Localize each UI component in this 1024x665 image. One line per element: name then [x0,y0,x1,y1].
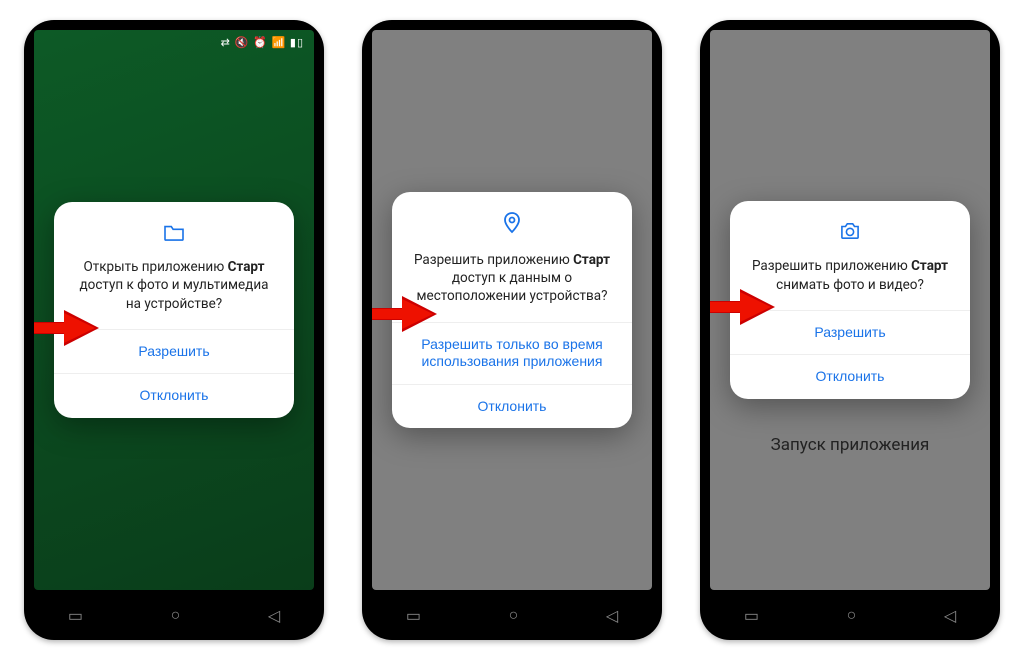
deny-button[interactable]: Отклонить [730,354,970,399]
nav-back-icon[interactable]: ◁ [944,606,956,625]
msg-appname: Старт [911,258,948,274]
phone-frame-2: Разрешить приложению Старт доступ к данн… [362,20,662,640]
folder-icon [72,222,276,246]
dialog-actions: Разрешить только во время использования … [392,322,632,429]
msg-pre: Разрешить приложению [414,252,573,268]
allow-button[interactable]: Разрешить [54,330,294,374]
dialog-header: Разрешить приложению Старт снимать фото … [730,201,970,309]
msg-pre: Открыть приложению [83,259,227,275]
msg-appname: Старт [573,252,610,268]
screen-2: Разрешить приложению Старт доступ к данн… [372,30,652,590]
status-bar: ⇄ 🔇 ⏰ 📶 ▮▯ [221,36,304,49]
allow-while-using-button[interactable]: Разрешить только во время использования … [392,323,632,384]
phone-frame-1: ⇄ 🔇 ⏰ 📶 ▮▯ Открыть приложению Старт [24,20,324,640]
status-icons: ⇄ 🔇 ⏰ 📶 ▮▯ [221,36,304,49]
camera-icon [748,221,952,245]
dialog-header: Открыть приложению Старт доступ к фото и… [54,202,294,329]
msg-pre: Разрешить приложению [752,258,911,274]
nav-back-icon[interactable]: ◁ [268,606,280,625]
permission-dialog-storage: Открыть приложению Старт доступ к фото и… [54,202,294,418]
android-navbar: ▭ ○ ◁ [700,600,1000,630]
allow-button[interactable]: Разрешить [730,311,970,355]
dialog-wrap: Разрешить приложению Старт доступ к данн… [372,192,652,428]
deny-button[interactable]: Отклонить [392,384,632,429]
launch-app-text: Запуск приложения [710,435,990,455]
screen-3: Запуск приложения Разрешить [710,30,990,590]
nav-home-icon[interactable]: ○ [509,605,519,625]
msg-appname: Старт [228,259,265,275]
nav-recent-icon[interactable]: ▭ [68,606,83,625]
nav-recent-icon[interactable]: ▭ [406,606,421,625]
msg-post: доступ к данным о местоположении устройс… [417,270,608,304]
msg-post: доступ к фото и мультимедиа на устройств… [80,277,269,311]
dialog-actions: Разрешить Отклонить [54,329,294,418]
dialog-header: Разрешить приложению Старт доступ к данн… [392,192,632,322]
android-navbar: ▭ ○ ◁ [362,600,662,630]
screen-1: ⇄ 🔇 ⏰ 📶 ▮▯ Открыть приложению Старт [34,30,314,590]
dialog-actions: Разрешить Отклонить [730,310,970,399]
dialog-message: Открыть приложению Старт доступ к фото и… [72,258,276,313]
android-navbar: ▭ ○ ◁ [24,600,324,630]
dialog-wrap: Открыть приложению Старт доступ к фото и… [34,202,314,418]
phone-frame-3: Запуск приложения Разрешить [700,20,1000,640]
dialog-wrap: Разрешить приложению Старт снимать фото … [710,201,990,398]
nav-home-icon[interactable]: ○ [847,605,857,625]
msg-post: снимать фото и видео? [776,277,924,293]
dialog-message: Разрешить приложению Старт снимать фото … [748,257,952,293]
nav-home-icon[interactable]: ○ [171,605,181,625]
permission-dialog-camera: Разрешить приложению Старт снимать фото … [730,201,970,398]
location-icon [410,212,614,239]
deny-button[interactable]: Отклонить [54,373,294,418]
permission-dialog-location: Разрешить приложению Старт доступ к данн… [392,192,632,428]
dialog-message: Разрешить приложению Старт доступ к данн… [410,251,614,306]
nav-back-icon[interactable]: ◁ [606,606,618,625]
nav-recent-icon[interactable]: ▭ [744,606,759,625]
